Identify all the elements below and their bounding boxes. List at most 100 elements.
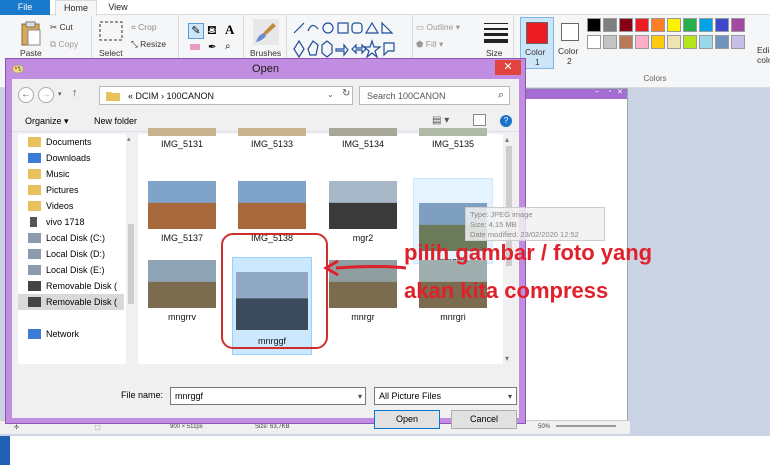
select-icon[interactable] [99, 21, 123, 43]
text-tool-icon[interactable]: A [225, 22, 234, 38]
size-icon[interactable] [484, 21, 508, 43]
outline-dropdown[interactable]: ▭ Outline ▾ [416, 22, 460, 33]
copy-button[interactable]: ⧉ Copy [50, 39, 78, 50]
close-icon[interactable]: ✕ [617, 88, 623, 96]
color-swatch[interactable] [635, 18, 649, 32]
edit-colors-button[interactable]: Edicolo [757, 45, 770, 65]
color-swatch[interactable] [667, 18, 681, 32]
address-bar[interactable]: « DCIM › 100CANON ⌄ ↻ [99, 86, 353, 105]
view-options-icon[interactable]: ▤ ▾ [432, 115, 449, 126]
brushes-icon[interactable] [253, 19, 279, 45]
nav-item[interactable]: Network [18, 326, 124, 342]
file-item[interactable]: IMG_5133 [232, 128, 312, 158]
file-item[interactable]: IMG_5137 [142, 178, 222, 248]
file-name-dropdown-icon[interactable]: ▾ [358, 392, 362, 401]
eraser-icon[interactable] [190, 44, 200, 50]
nav-item[interactable]: Removable Disk ( [18, 294, 124, 310]
color-swatch[interactable] [683, 18, 697, 32]
new-folder-button[interactable]: New folder [94, 116, 137, 126]
back-icon[interactable]: ← [18, 87, 34, 103]
nav-item[interactable]: Local Disk (E:) [18, 262, 124, 278]
nav-scrollbar[interactable]: ▴ [126, 134, 136, 364]
shapes-gallery[interactable] [292, 21, 404, 61]
nav-item-label: Local Disk (C:) [46, 233, 106, 243]
file-item[interactable]: IMG_5134 [323, 128, 403, 158]
color2-button[interactable]: Color 2 [556, 17, 588, 69]
search-icon[interactable]: ⌕ [498, 89, 504, 102]
pencil-icon[interactable]: ✎ [188, 23, 204, 39]
file-name-input[interactable]: mnrggf ▾ [170, 387, 366, 405]
cancel-button[interactable]: Cancel [451, 410, 517, 429]
nav-item[interactable]: Downloads [18, 150, 124, 166]
fill-bucket-icon[interactable]: ⛾ [207, 23, 217, 39]
color-swatch[interactable] [651, 18, 665, 32]
tooltip-date: Date modified: 23/02/2020 12:52 [470, 230, 579, 239]
open-button[interactable]: Open [374, 410, 440, 429]
crop-button[interactable]: ⌗ Crop [131, 22, 157, 33]
outline-label: Outline [426, 22, 454, 32]
zoom-slider[interactable] [556, 425, 616, 427]
nav-item[interactable]: Removable Disk ( [18, 278, 124, 294]
up-arrow-icon[interactable]: ↑ [72, 87, 78, 99]
resize-button[interactable]: ⤡ Resize [131, 39, 166, 50]
file-type-select[interactable]: All Picture Files ▾ [374, 387, 517, 405]
refresh-icon[interactable]: ↻ [342, 88, 350, 99]
paste-icon[interactable] [20, 21, 42, 47]
crop-label: Crop [138, 22, 157, 32]
color-swatch[interactable] [603, 35, 617, 49]
organize-button[interactable]: Organize ▾ [25, 116, 69, 127]
color-swatch[interactable] [587, 18, 601, 32]
nav-scroll-up-icon[interactable]: ▴ [127, 135, 131, 143]
color-swatch[interactable] [699, 35, 713, 49]
tab-file[interactable]: File [0, 0, 50, 15]
tab-home[interactable]: Home [55, 0, 97, 16]
color-swatch[interactable] [715, 18, 729, 32]
color-swatch[interactable] [715, 35, 729, 49]
nav-scroll-thumb[interactable] [128, 224, 134, 304]
color-swatch[interactable] [667, 35, 681, 49]
fill-dropdown[interactable]: ⬟ Fill ▾ [416, 39, 443, 50]
forward-icon[interactable]: → [38, 87, 54, 103]
minimize-icon[interactable]: – [595, 88, 599, 95]
nav-item-label: Pictures [46, 185, 79, 195]
recent-locations-icon[interactable]: ▾ [58, 90, 62, 98]
nav-item[interactable]: Documents [18, 134, 124, 150]
file-item[interactable]: mngrrv [142, 257, 222, 327]
color-picker-icon[interactable]: ✒ [208, 42, 216, 53]
color-swatch[interactable] [731, 18, 745, 32]
paste-button[interactable]: Paste [20, 48, 42, 58]
color-swatch[interactable] [683, 35, 697, 49]
color-swatch[interactable] [651, 35, 665, 49]
help-icon[interactable]: ? [500, 115, 512, 127]
color-swatch[interactable] [699, 18, 713, 32]
nav-item[interactable]: Videos [18, 198, 124, 214]
nav-item[interactable]: Local Disk (C:) [18, 230, 124, 246]
tab-view[interactable]: View [100, 0, 136, 15]
maximize-icon[interactable]: ▫ [609, 88, 611, 95]
nav-item[interactable]: Local Disk (D:) [18, 246, 124, 262]
color-swatch[interactable] [587, 35, 601, 49]
search-input[interactable]: Search 100CANON ⌕ [359, 86, 510, 105]
color-swatch[interactable] [619, 35, 633, 49]
file-scroll-up-icon[interactable]: ▴ [505, 135, 509, 144]
size-button[interactable]: Size [486, 48, 503, 58]
address-dropdown-icon[interactable]: ⌄ [327, 90, 334, 99]
file-item[interactable]: IMG_5131 [142, 128, 222, 158]
brushes-button[interactable]: Brushes [250, 48, 281, 58]
nav-item[interactable]: vivo 1718 [18, 214, 124, 230]
dialog-close-button[interactable]: ✕ [495, 60, 521, 75]
preview-pane-icon[interactable] [473, 114, 486, 126]
file-item[interactable]: mgr2 [323, 178, 403, 248]
file-type-dropdown-icon[interactable]: ▾ [508, 392, 512, 401]
magnifier-icon[interactable]: ⌕ [225, 41, 231, 52]
file-scroll-down-icon[interactable]: ▾ [505, 354, 509, 363]
select-button[interactable]: Select [99, 48, 123, 58]
nav-item[interactable]: Pictures [18, 182, 124, 198]
color-swatch[interactable] [619, 18, 633, 32]
color-swatch[interactable] [731, 35, 745, 49]
color-swatch[interactable] [603, 18, 617, 32]
color-swatch[interactable] [635, 35, 649, 49]
nav-item[interactable]: Music [18, 166, 124, 182]
cut-button[interactable]: ✂ Cut [50, 22, 73, 33]
file-item[interactable]: IMG_5135 [413, 128, 493, 158]
